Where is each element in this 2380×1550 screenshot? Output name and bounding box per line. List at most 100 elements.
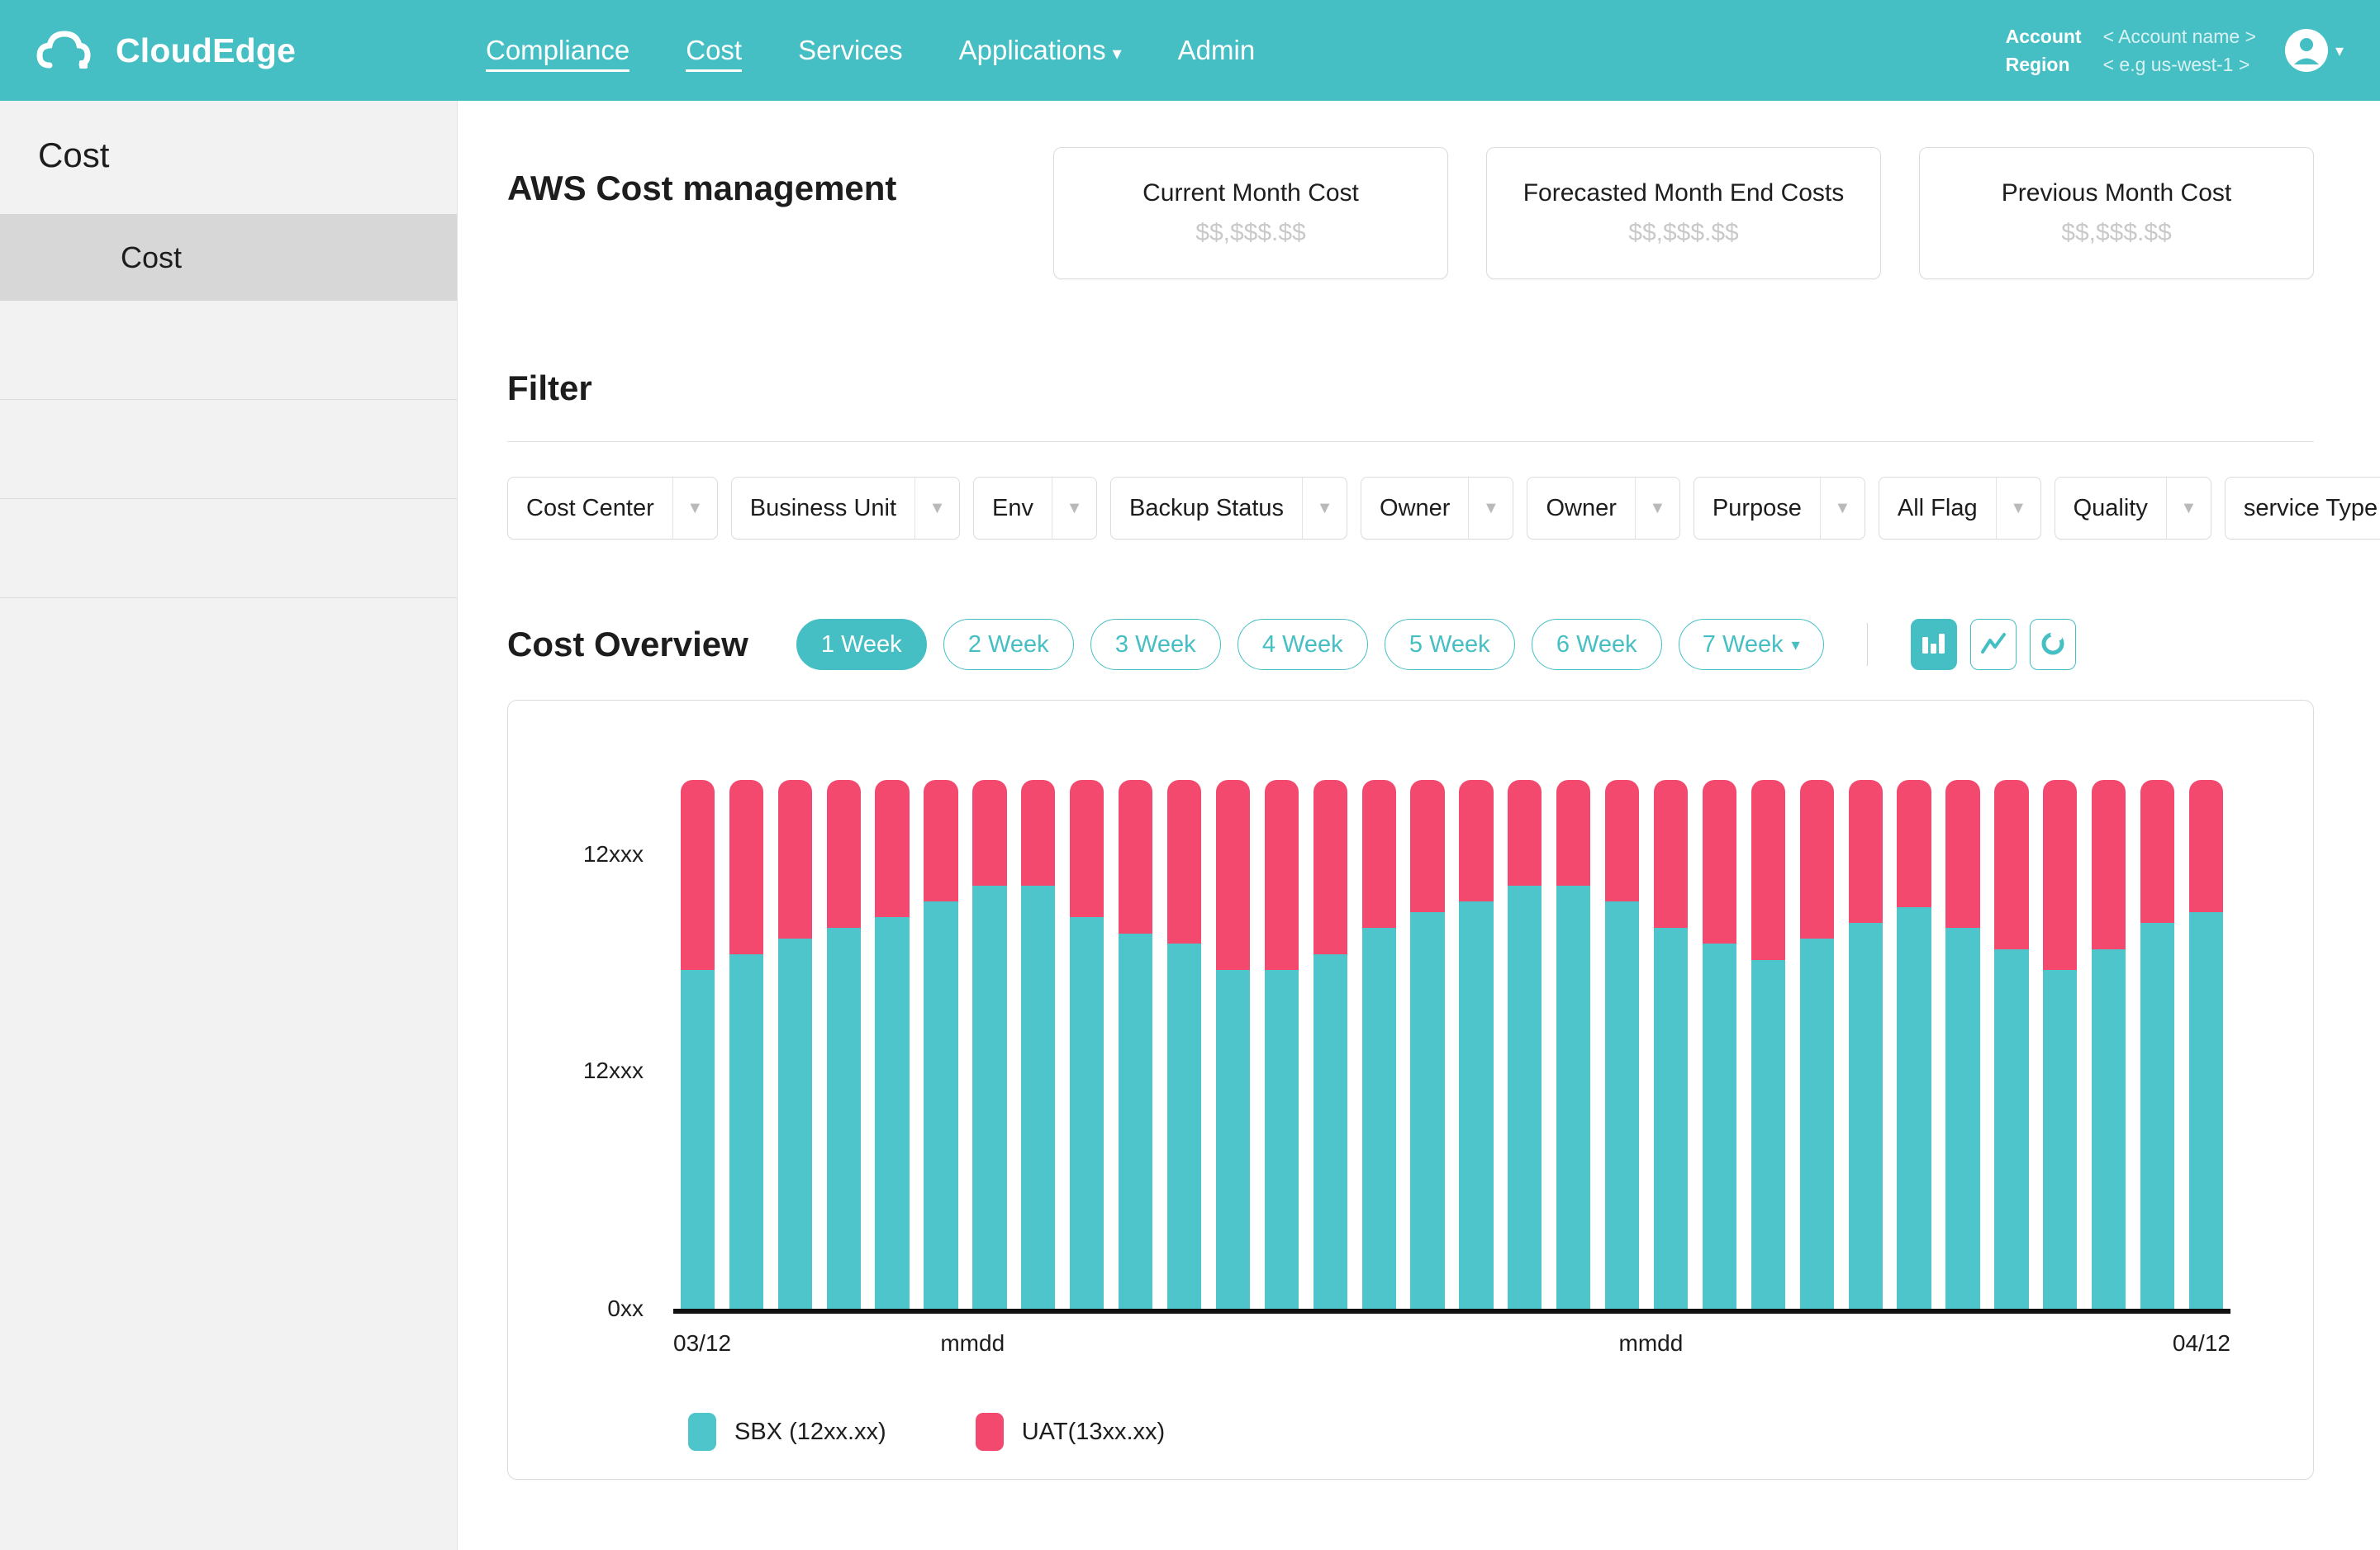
bar-segment-uat [1653, 780, 1689, 929]
filter-select-quality[interactable]: Quality ▼ [2054, 477, 2211, 540]
stacked-bar[interactable] [972, 780, 1007, 1309]
stacked-bar[interactable] [1799, 780, 1834, 1309]
bar-slot[interactable] [868, 780, 917, 1309]
bar-slot[interactable] [1841, 780, 1890, 1309]
bar-slot[interactable] [1014, 780, 1062, 1309]
bar-slot[interactable] [1987, 780, 2036, 1309]
filter-select-env[interactable]: Env ▼ [973, 477, 1098, 540]
line-chart-icon-button[interactable] [1969, 619, 2017, 670]
bar-slot[interactable] [1062, 780, 1111, 1309]
tab-2-week[interactable]: 2 Week [943, 619, 1074, 670]
region-value[interactable]: < e.g us-west-1 > [2103, 53, 2256, 77]
nav-item-admin[interactable]: Admin [1150, 30, 1284, 71]
stacked-bar[interactable] [729, 780, 763, 1309]
tab-5-week[interactable]: 5 Week [1384, 619, 1515, 670]
stacked-bar[interactable] [2188, 780, 2224, 1309]
filter-select-business-unit[interactable]: Business Unit ▼ [730, 477, 961, 540]
filter-select-owner-1[interactable]: Owner ▼ [1361, 477, 1514, 540]
bar-slot[interactable] [1500, 780, 1549, 1309]
user-menu[interactable]: ▾ [2284, 28, 2344, 73]
bar-slot[interactable] [1404, 780, 1452, 1309]
stacked-bar[interactable] [1605, 780, 1640, 1309]
bar-chart-icon-button[interactable] [1910, 619, 1957, 670]
donut-chart-icon-button[interactable] [2029, 619, 2076, 670]
stacked-bar[interactable] [1118, 780, 1153, 1309]
stacked-bar[interactable] [1410, 780, 1445, 1309]
stacked-bar[interactable] [924, 780, 958, 1309]
bar-slot[interactable] [1160, 780, 1209, 1309]
tab-6-week[interactable]: 6 Week [1531, 619, 1662, 670]
stacked-bar[interactable] [1313, 780, 1347, 1309]
sidebar-item-cost[interactable]: Cost [0, 214, 457, 301]
stacked-bar[interactable] [2140, 780, 2175, 1309]
stacked-bar[interactable] [1751, 780, 1785, 1309]
nav-item-applications[interactable]: Applications ▾ [931, 30, 1150, 71]
stacked-bar[interactable] [680, 780, 715, 1309]
bar-slot[interactable] [1549, 780, 1598, 1309]
stacked-bar[interactable] [875, 780, 910, 1309]
stacked-bar[interactable] [2092, 780, 2126, 1309]
nav-label-services: Services [798, 35, 903, 65]
stacked-bar[interactable] [1070, 780, 1104, 1309]
bar-slot[interactable] [965, 780, 1014, 1309]
legend-item-uat[interactable]: UAT(13xx.xx) [975, 1413, 1165, 1451]
tab-4-week[interactable]: 4 Week [1237, 619, 1368, 670]
tab-3-week[interactable]: 3 Week [1090, 619, 1221, 670]
stacked-bar[interactable] [1215, 780, 1251, 1309]
bar-slot[interactable] [673, 780, 722, 1309]
filter-select-cost-center[interactable]: Cost Center ▼ [507, 477, 718, 540]
stacked-bar[interactable] [1361, 780, 1396, 1309]
stacked-bar[interactable] [1508, 780, 1542, 1309]
stacked-bar[interactable] [1897, 780, 1931, 1309]
bar-slot[interactable] [1939, 780, 1988, 1309]
tab-1-week[interactable]: 1 Week [796, 619, 927, 670]
stacked-bar[interactable] [1848, 780, 1883, 1309]
tab-7-week[interactable]: 7 Week ▾ [1678, 619, 1824, 670]
filter-select-all-flag[interactable]: All Flag ▼ [1878, 477, 2041, 540]
stacked-bar[interactable] [1945, 780, 1980, 1309]
account-value[interactable]: < Account name > [2103, 25, 2256, 49]
bar-slot[interactable] [1646, 780, 1695, 1309]
filter-select-owner-2[interactable]: Owner ▼ [1527, 477, 1680, 540]
bar-slot[interactable] [722, 780, 771, 1309]
stacked-bar[interactable] [1166, 780, 1202, 1309]
bar-slot[interactable] [1744, 780, 1793, 1309]
stacked-bar[interactable] [1264, 780, 1299, 1309]
legend-item-sbx[interactable]: SBX (12xx.xx) [688, 1413, 886, 1451]
brand-logo-group[interactable]: CloudEdge [36, 27, 458, 74]
bar-slot[interactable] [1452, 780, 1501, 1309]
stacked-bar[interactable] [826, 780, 861, 1309]
stacked-bar[interactable] [2043, 780, 2078, 1309]
bar-slot[interactable] [1793, 780, 1841, 1309]
bar-slot[interactable] [1695, 780, 1744, 1309]
nav-item-services[interactable]: Services [770, 30, 931, 71]
bar-slot[interactable] [2133, 780, 2182, 1309]
stacked-bar[interactable] [1653, 780, 1689, 1309]
bar-slot[interactable] [2036, 780, 2084, 1309]
nav-item-compliance[interactable]: Compliance [458, 30, 658, 72]
bar-slot[interactable] [1257, 780, 1306, 1309]
bar-slot[interactable] [819, 780, 868, 1309]
bar-slot[interactable] [1209, 780, 1257, 1309]
bar-slot[interactable] [1306, 780, 1355, 1309]
stacked-bar[interactable] [1556, 780, 1591, 1309]
bar-slot[interactable] [1111, 780, 1160, 1309]
bar-slot[interactable] [771, 780, 819, 1309]
chart-type-toggle-group [1910, 619, 2076, 670]
nav-item-cost[interactable]: Cost [658, 30, 770, 72]
stacked-bar[interactable] [1994, 780, 2029, 1309]
stacked-bar[interactable] [1021, 780, 1056, 1309]
stacked-bar[interactable] [777, 780, 812, 1309]
stacked-bar[interactable] [1702, 780, 1737, 1309]
bar-slot[interactable] [1598, 780, 1646, 1309]
bar-slot[interactable] [1890, 780, 1939, 1309]
bar-slot[interactable] [2084, 780, 2133, 1309]
filter-select-service-type[interactable]: service Type ▼ [2224, 477, 2380, 540]
stacked-bar[interactable] [1459, 780, 1494, 1309]
filter-select-purpose[interactable]: Purpose ▼ [1693, 477, 1865, 540]
bar-slot[interactable] [1355, 780, 1404, 1309]
bar-slot[interactable] [917, 780, 966, 1309]
bar-slot[interactable] [2182, 780, 2230, 1309]
filter-select-backup-status[interactable]: Backup Status ▼ [1110, 477, 1348, 540]
page-header-row: AWS Cost management Current Month Cost $… [507, 147, 2314, 279]
